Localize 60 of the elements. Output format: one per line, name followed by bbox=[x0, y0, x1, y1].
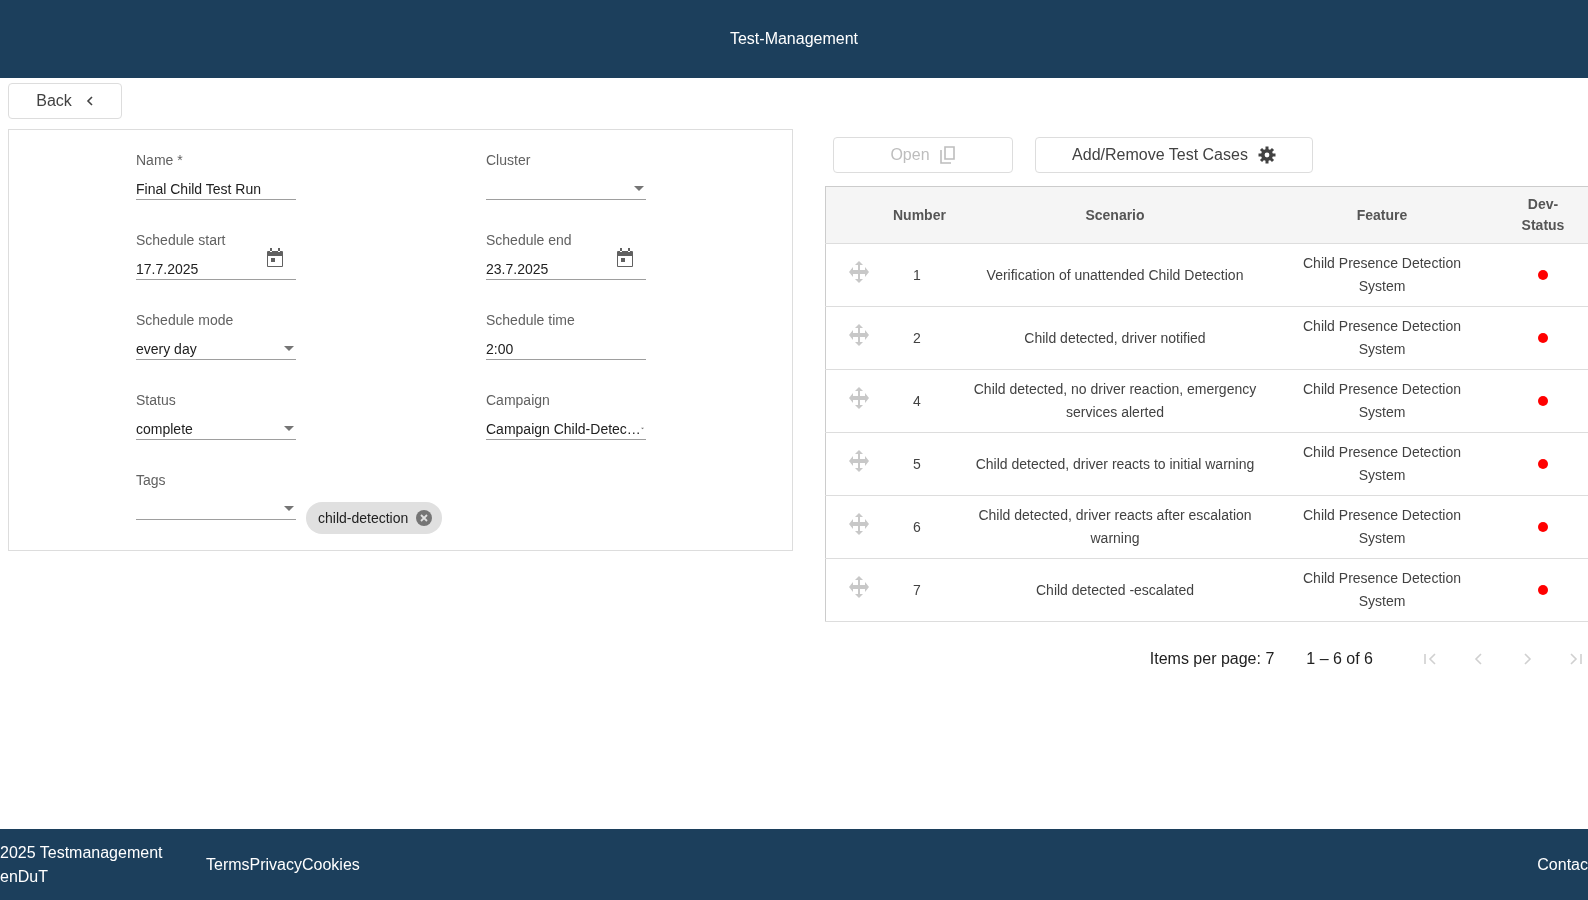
copy-icon bbox=[939, 146, 956, 164]
text-field[interactable]: 2:00 bbox=[486, 338, 646, 360]
text-field[interactable]: Final Child Test Run bbox=[136, 178, 296, 200]
move-icon[interactable] bbox=[848, 323, 870, 346]
copyright-text: 2025 Testmanagement bbox=[0, 842, 164, 863]
footer-link[interactable]: Cookies bbox=[302, 855, 360, 874]
table-cell: 6 bbox=[913, 518, 921, 535]
move-icon[interactable] bbox=[848, 449, 870, 472]
field-label: Cluster bbox=[486, 152, 532, 168]
field-label: Schedule time bbox=[486, 312, 576, 328]
select-field[interactable]: complete bbox=[136, 418, 296, 440]
field-label: Schedule end bbox=[486, 232, 573, 248]
table-cell: 4 bbox=[913, 392, 921, 409]
table-cell: 7 bbox=[913, 581, 921, 598]
table-cell-text: Child detected, no driver reaction, emergency services alerted bbox=[972, 380, 1258, 422]
back-button[interactable]: Back bbox=[8, 83, 122, 119]
table-cell-text: Child detected, driver reacts after escalation warning bbox=[977, 506, 1253, 548]
table-cell-text: Child detected -escalated bbox=[1036, 580, 1194, 600]
field-label: Campaign bbox=[486, 392, 551, 408]
table-cell-text: Child Presence Detection System bbox=[1302, 380, 1462, 422]
column-header: Number bbox=[893, 207, 946, 223]
contact-link[interactable]: Contac bbox=[1537, 855, 1588, 874]
select-field[interactable]: every day bbox=[136, 338, 296, 360]
column-header: Scenario bbox=[1085, 207, 1145, 223]
column-header: Feature bbox=[1356, 207, 1408, 223]
table-cell-text: Verification of unattended Child Detection bbox=[986, 265, 1244, 285]
app-title: Test-Management bbox=[729, 30, 859, 48]
field-label: Status bbox=[136, 392, 177, 408]
calendar-icon[interactable] bbox=[616, 248, 634, 268]
table-cell-text: Child Presence Detection System bbox=[1302, 506, 1462, 548]
table-cell-text: Child detected, driver reacts to initial warning bbox=[975, 454, 1255, 474]
field-label: Schedule mode bbox=[136, 312, 235, 328]
table-cell: 5 bbox=[913, 455, 921, 472]
table-cell-text: Child detected, driver notified bbox=[1024, 328, 1206, 348]
select-field[interactable]: Campaign Child-Detec… bbox=[486, 418, 646, 440]
move-icon[interactable] bbox=[848, 386, 870, 409]
table-cell-text: Child Presence Detection System bbox=[1302, 254, 1462, 296]
move-icon[interactable] bbox=[848, 575, 870, 598]
toolbar-button[interactable]: Add/Remove Test Cases bbox=[1035, 137, 1313, 173]
remove-icon[interactable] bbox=[416, 510, 433, 526]
table-cell: 1 bbox=[913, 266, 921, 283]
field-label: Name * bbox=[136, 152, 184, 168]
calendar-icon[interactable] bbox=[266, 248, 284, 268]
tag-chip[interactable]: child-detection bbox=[306, 502, 443, 534]
column-header: Dev-Status bbox=[1520, 195, 1566, 235]
items-per-page: Items per page: 7 bbox=[1149, 650, 1275, 668]
move-icon[interactable] bbox=[848, 512, 870, 535]
table-cell: 2 bbox=[913, 329, 921, 346]
table-cell-text: Child Presence Detection System bbox=[1302, 569, 1462, 611]
footer-link[interactable]: Terms bbox=[206, 855, 250, 874]
field-label: Tags bbox=[136, 472, 167, 488]
footer-link[interactable]: Privacy bbox=[249, 855, 302, 874]
settings-icon bbox=[1257, 146, 1276, 164]
owner-text: enDuT bbox=[0, 866, 50, 887]
chevron-left-icon bbox=[85, 95, 94, 107]
table-cell-text: Child Presence Detection System bbox=[1302, 317, 1462, 359]
table-cell-text: Child Presence Detection System bbox=[1302, 443, 1462, 485]
field-label: Schedule start bbox=[136, 232, 227, 248]
page-range: 1 – 6 of 6 bbox=[1306, 650, 1373, 668]
move-icon[interactable] bbox=[848, 260, 870, 283]
